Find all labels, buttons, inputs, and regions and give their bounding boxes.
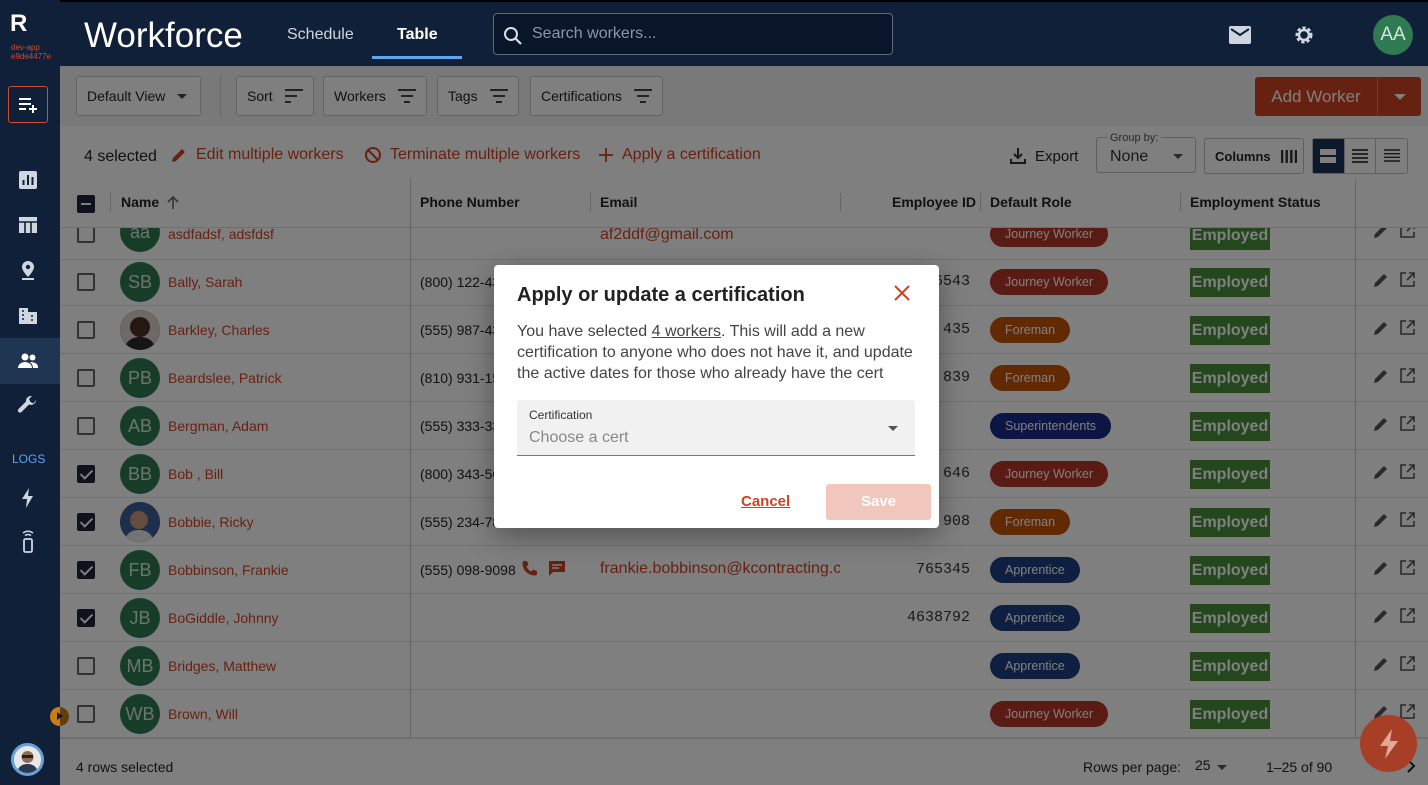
- nav-companies[interactable]: [16, 303, 40, 327]
- apply-certification-dialog: Apply or update a certification You have…: [494, 265, 939, 528]
- search-box[interactable]: [493, 13, 893, 55]
- dialog-title: Apply or update a certification: [517, 284, 805, 306]
- side-rail: R dev-app e9de4477e LOGS: [0, 0, 69, 785]
- lightning-icon: [22, 488, 33, 508]
- add-entry-button[interactable]: [8, 86, 48, 123]
- app-title: Workforce: [84, 16, 243, 55]
- nav-devices[interactable]: [16, 530, 40, 554]
- bar-chart-icon: [19, 171, 37, 189]
- tab-table[interactable]: Table: [397, 26, 438, 44]
- gear-icon: [1295, 26, 1313, 44]
- chevron-down-icon: [888, 426, 898, 431]
- top-app-bar: Workforce Schedule Table AA: [60, 0, 1428, 66]
- env-label: dev-app e9de4477e: [11, 43, 52, 61]
- nav-workers[interactable]: [0, 338, 60, 384]
- tab-schedule[interactable]: Schedule: [287, 26, 354, 44]
- mail-icon: [1229, 26, 1251, 44]
- cancel-button[interactable]: Cancel: [741, 493, 790, 510]
- messages-button[interactable]: [1229, 26, 1251, 44]
- nav-activity[interactable]: [16, 486, 40, 510]
- user-avatar[interactable]: AA: [1373, 15, 1413, 55]
- app-logo[interactable]: R: [10, 12, 27, 36]
- close-button[interactable]: [894, 285, 910, 301]
- wrench-icon: [17, 395, 36, 413]
- building-icon: [19, 308, 37, 324]
- dialog-body: You have selected 4 workers. This will a…: [517, 323, 913, 382]
- certification-placeholder: Choose a cert: [529, 429, 629, 446]
- nav-locations[interactable]: [16, 258, 40, 282]
- settings-button[interactable]: [1292, 23, 1316, 47]
- lightning-icon: [1379, 728, 1398, 759]
- nav-tools[interactable]: [16, 393, 40, 417]
- nav-schedule-board[interactable]: [16, 213, 40, 237]
- badge-reader-icon: [22, 530, 34, 553]
- close-icon: [894, 285, 910, 301]
- location-pin-icon: [22, 261, 34, 280]
- logs-section-label: LOGS: [12, 452, 46, 466]
- active-tab-indicator: [372, 56, 462, 59]
- user-photo-icon: [17, 751, 38, 773]
- selected-workers-link[interactable]: 4 workers: [652, 323, 721, 340]
- people-icon: [18, 353, 38, 368]
- certification-label: Certification: [529, 408, 593, 422]
- search-input[interactable]: [532, 14, 872, 54]
- playlist-add-icon: [19, 98, 37, 113]
- table-icon: [19, 217, 37, 233]
- certification-select[interactable]: Certification Choose a cert: [517, 400, 915, 456]
- nav-reports[interactable]: [16, 168, 40, 192]
- search-icon: [504, 27, 522, 45]
- save-button[interactable]: Save: [826, 484, 931, 520]
- user-avatar-bottom[interactable]: [11, 743, 44, 776]
- quick-action-fab[interactable]: [1360, 715, 1417, 772]
